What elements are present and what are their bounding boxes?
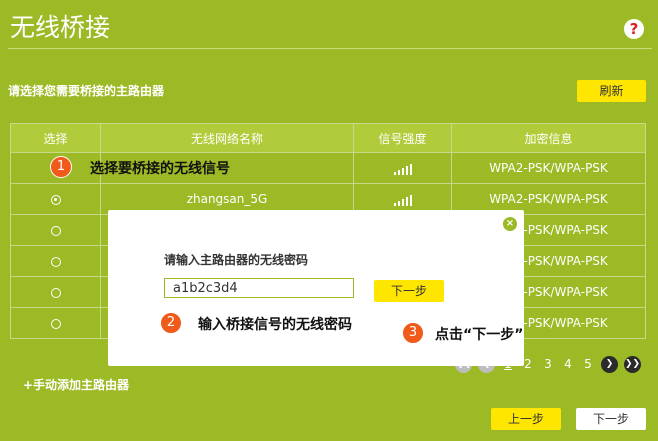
last-page-icon[interactable]: ❯❯	[624, 355, 641, 373]
step-badge-1: 1	[50, 156, 72, 178]
encryption-cell: WPA2-PSK/WPA-PSK	[451, 152, 646, 184]
step-badge-2: 2	[160, 312, 182, 334]
column-header-signal: 信号强度	[353, 123, 452, 153]
page-number[interactable]: 3	[541, 357, 555, 371]
column-header-encryption: 加密信息	[451, 123, 646, 153]
next-step-button[interactable]: 下一步	[576, 408, 646, 430]
select-radio[interactable]	[50, 194, 61, 205]
signal-strength-icon	[393, 194, 412, 206]
column-header-ssid: 无线网络名称	[100, 123, 354, 153]
page-title: 无线桥接	[10, 13, 111, 42]
step-badge-3: 3	[402, 322, 424, 344]
select-cell	[10, 307, 101, 339]
password-input[interactable]	[164, 278, 354, 298]
title-divider	[8, 48, 652, 49]
signal-cell	[353, 152, 452, 184]
next-page-icon[interactable]: ❯	[601, 355, 618, 373]
page-number[interactable]: 4	[561, 357, 575, 371]
table-header-row: 选择 无线网络名称 信号强度 加密信息	[10, 123, 646, 153]
page-number[interactable]: 5	[581, 357, 595, 371]
select-radio[interactable]	[50, 225, 61, 236]
column-header-select: 选择	[10, 123, 101, 153]
add-router-link[interactable]: +手动添加主路由器	[23, 376, 129, 393]
select-radio[interactable]	[50, 318, 61, 329]
select-cell	[10, 276, 101, 308]
close-icon[interactable]: ×	[503, 217, 517, 231]
select-radio[interactable]	[50, 256, 61, 267]
step-text-3: 点击“下一步”	[435, 327, 524, 343]
section-subtitle: 请选择您需要桥接的主路由器	[8, 84, 165, 98]
select-cell	[10, 214, 101, 246]
password-label: 请输入主路由器的无线密码	[164, 253, 309, 267]
dialog-next-button[interactable]: 下一步	[374, 280, 444, 302]
signal-strength-icon	[393, 163, 412, 175]
help-icon[interactable]: ?	[624, 19, 644, 39]
select-radio[interactable]	[50, 287, 61, 298]
step-text-2: 输入桥接信号的无线密码	[198, 317, 352, 333]
step-text-1: 选择要桥接的无线信号	[90, 161, 230, 177]
select-cell	[10, 245, 101, 277]
refresh-button[interactable]: 刷新	[577, 80, 646, 102]
prev-step-button[interactable]: 上一步	[491, 408, 561, 430]
select-cell	[10, 183, 101, 215]
